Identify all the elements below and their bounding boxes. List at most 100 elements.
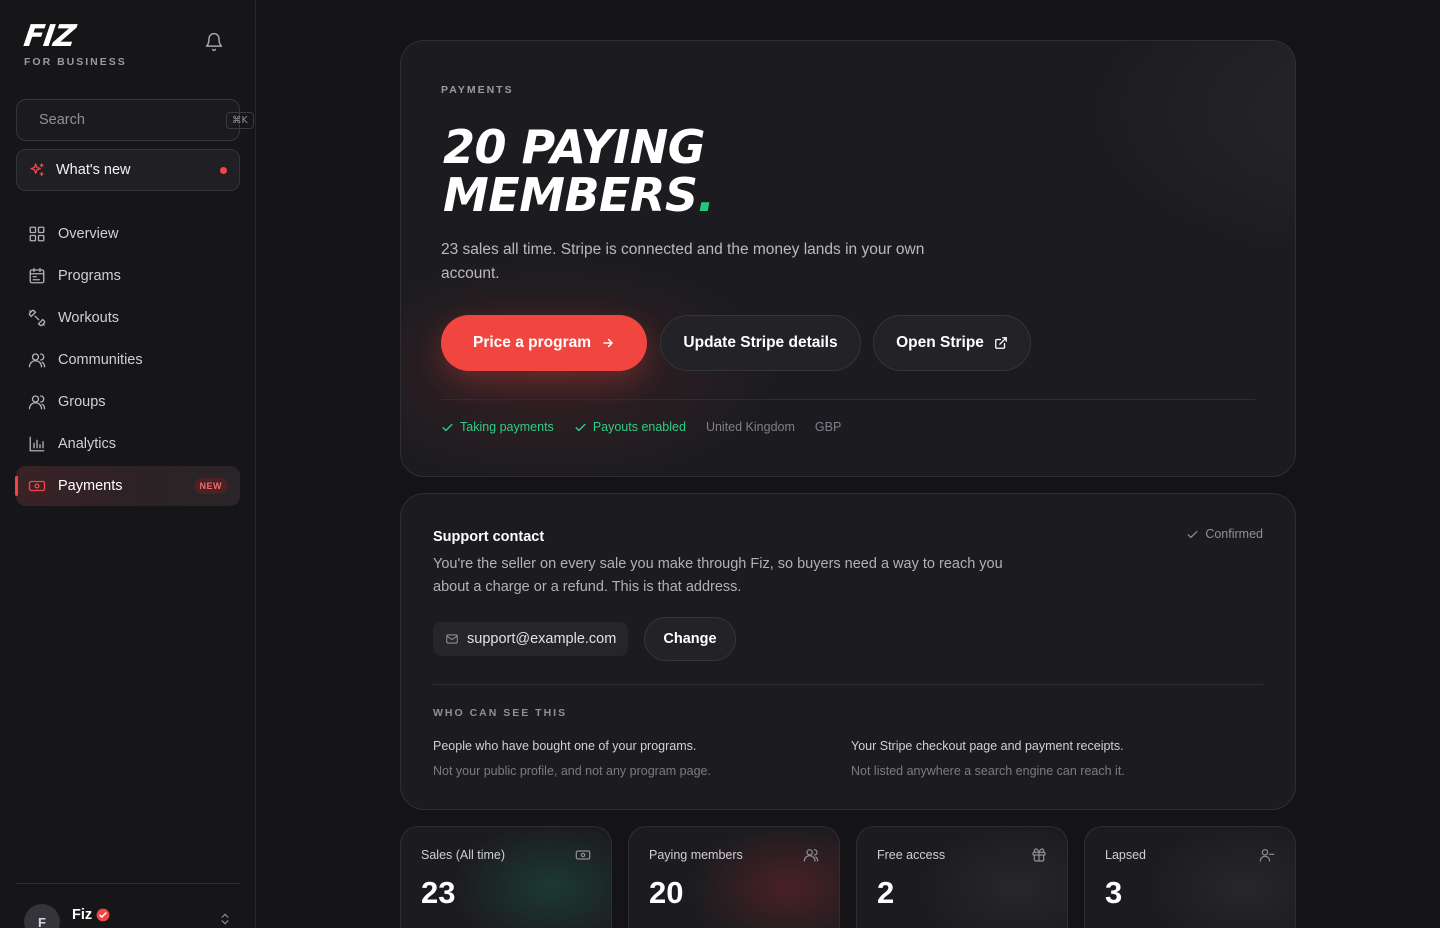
stat-label: Lapsed	[1105, 848, 1147, 862]
search-shortcut: ⌘K	[226, 111, 254, 129]
dumbbell-icon	[28, 309, 46, 327]
sidebar-item-overview[interactable]: Overview	[16, 214, 240, 254]
user-name: Fiz	[72, 907, 93, 923]
stat-label: Paying members	[649, 848, 743, 862]
sidebar-item-workouts[interactable]: Workouts	[16, 298, 240, 338]
page-title: 20 PAYING MEMBERS.	[443, 123, 963, 219]
title-line-1: 20 PAYING	[443, 120, 706, 174]
taking-payments-label: Taking payments	[460, 420, 554, 434]
stat-value: 3	[1105, 875, 1123, 910]
sidebar-item-label: Communities	[58, 352, 143, 368]
chevron-up-down-icon	[221, 913, 229, 925]
price-program-button[interactable]: Price a program	[441, 315, 647, 371]
stat-card-lapsed: Lapsed 3	[1084, 826, 1296, 928]
update-stripe-button[interactable]: Update Stripe details	[660, 315, 861, 371]
sidebar-item-label: Groups	[58, 394, 106, 410]
check-icon	[442, 423, 453, 431]
verified-icon	[96, 908, 110, 922]
grid-icon	[29, 226, 45, 242]
title-accent-dot: .	[697, 168, 715, 222]
unread-dot	[220, 166, 227, 174]
who-right-primary: Your Stripe checkout page and payment re…	[851, 739, 1124, 753]
stat-card-sales: Sales (All time) 23	[400, 826, 612, 928]
hero-description: 23 sales all time. Stripe is connected a…	[441, 241, 925, 282]
sidebar-item-payments[interactable]: Payments NEW	[15, 466, 240, 506]
sidebar-item-analytics[interactable]: Analytics	[16, 424, 240, 464]
section-eyebrow: PAYMENTS	[441, 84, 514, 96]
arrow-right-icon	[603, 338, 613, 348]
update-stripe-label: Update Stripe details	[683, 334, 838, 351]
stat-value: 20	[649, 875, 684, 910]
sidebar-item-label: Analytics	[58, 436, 117, 452]
search-box[interactable]: ⌘K	[16, 99, 254, 141]
users-icon	[803, 849, 819, 862]
who-left-primary: People who have bought one of your progr…	[433, 739, 697, 753]
confirmed-status: Confirmed	[1186, 527, 1263, 541]
avatar: F	[24, 904, 60, 928]
sidebar-item-label: Programs	[58, 268, 121, 284]
sidebar-item-label: Workouts	[58, 310, 119, 326]
gift-icon	[1032, 848, 1046, 862]
users-icon	[28, 353, 46, 368]
country-label: United Kingdom	[705, 420, 795, 434]
open-stripe-label: Open Stripe	[896, 334, 984, 351]
sidebar-item-label: Overview	[58, 226, 119, 242]
open-stripe-button[interactable]: Open Stripe	[873, 315, 1031, 371]
stripe-status-bar: Taking payments Payouts enabled United K…	[441, 420, 861, 434]
change-email-button[interactable]: Change	[644, 617, 736, 661]
whats-new-label: What's new	[56, 162, 131, 178]
support-description: You're the seller on every sale you make…	[433, 556, 1003, 595]
who-can-see-title: WHO CAN SEE THIS	[433, 707, 568, 719]
whats-new-button[interactable]: What's new	[16, 149, 240, 191]
sidebar-item-groups[interactable]: Groups	[16, 382, 240, 422]
support-email: support@example.com	[433, 622, 629, 656]
stat-card-paying-members: Paying members 20	[628, 826, 840, 928]
sidebar: FIZ FOR BUSINESS ⌘K What's new Overview …	[0, 0, 256, 928]
search-input[interactable]	[39, 112, 226, 128]
calendar-icon	[29, 267, 45, 284]
check-icon	[575, 423, 586, 431]
confirmed-label: Confirmed	[1205, 527, 1263, 541]
stat-card-free-access: Free access 2	[856, 826, 1068, 928]
title-line-2: MEMBERS	[443, 168, 698, 222]
sidebar-item-programs[interactable]: Programs	[16, 256, 240, 296]
payouts-enabled-label: Payouts enabled	[592, 420, 686, 434]
who-left-secondary: Not your public profile, and not any pro…	[433, 764, 711, 778]
stat-value: 23	[421, 875, 456, 910]
user-name-row: Fiz	[72, 907, 110, 923]
support-title: Support contact	[433, 529, 545, 545]
currency-label: GBP	[814, 420, 842, 434]
user-minus-icon	[1259, 849, 1275, 862]
price-program-label: Price a program	[472, 334, 592, 351]
mail-icon	[446, 634, 458, 644]
sparkles-icon	[30, 163, 44, 176]
new-badge: NEW	[193, 478, 228, 494]
fiz-logo: FIZ	[21, 19, 77, 54]
banknote-icon	[28, 480, 46, 492]
taking-payments-status: Taking payments	[441, 420, 554, 434]
stat-value: 2	[877, 875, 895, 910]
who-right-secondary: Not listed anywhere a search engine can …	[851, 764, 1125, 778]
brand[interactable]: FIZ FOR BUSINESS	[21, 19, 127, 68]
support-email-value: support@example.com	[467, 631, 617, 647]
who-can-see-stripe: Your Stripe checkout page and payment re…	[851, 734, 1125, 784]
divider	[433, 684, 1263, 685]
sidebar-nav: Overview Programs Workouts Communities G…	[15, 214, 240, 508]
stat-label: Free access	[877, 848, 946, 862]
external-link-icon	[995, 337, 1007, 349]
payments-hero-card: PAYMENTS 20 PAYING MEMBERS. 23 sales all…	[400, 40, 1296, 477]
users-icon	[28, 395, 46, 410]
bar-chart-icon	[29, 436, 45, 452]
user-menu[interactable]: F Fiz	[16, 883, 240, 928]
check-icon	[1187, 530, 1198, 538]
banknote-icon	[575, 850, 591, 860]
sidebar-item-label: Payments	[58, 478, 123, 494]
brand-subtitle: FOR BUSINESS	[24, 56, 127, 68]
stat-label: Sales (All time)	[421, 848, 506, 862]
support-contact-card: Support contact Confirmed You're the sel…	[400, 493, 1296, 810]
divider	[441, 399, 1255, 400]
bell-icon[interactable]	[204, 32, 224, 52]
who-can-see-buyers: People who have bought one of your progr…	[433, 734, 711, 784]
payouts-enabled-status: Payouts enabled	[574, 420, 686, 434]
sidebar-item-communities[interactable]: Communities	[16, 340, 240, 380]
